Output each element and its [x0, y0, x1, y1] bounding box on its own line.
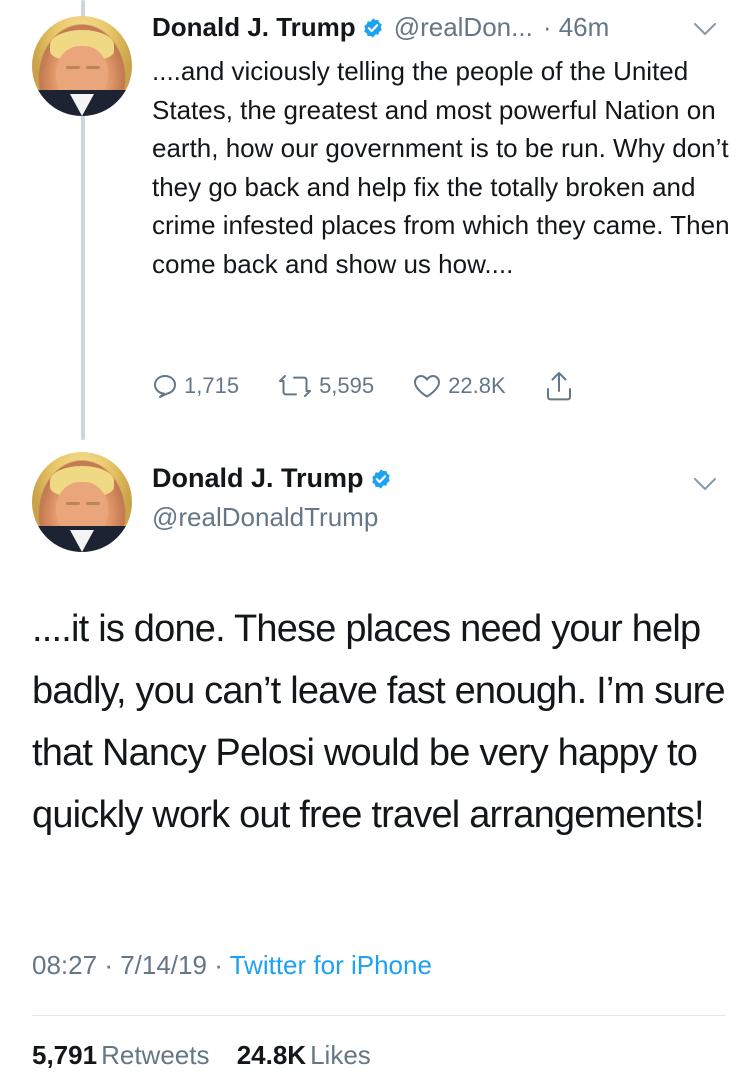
tweet1-header: Donald J. Trump @realDon... · 46m	[152, 12, 609, 43]
retweets-count[interactable]: 5,791	[32, 1040, 97, 1070]
tweet2-source-link[interactable]: Twitter for iPhone	[230, 950, 432, 980]
retweets-label[interactable]: Retweets	[101, 1040, 209, 1070]
tweet2-stats: 5,791 Retweets 24.8K Likes	[32, 1040, 391, 1071]
verified-badge-icon	[371, 468, 390, 489]
like-button[interactable]: 22.8K	[412, 373, 506, 399]
chevron-down-icon[interactable]	[692, 475, 718, 493]
retweet-count: 5,595	[319, 373, 375, 398]
like-count: 22.8K	[448, 373, 506, 398]
tweet2-author-name[interactable]: Donald J. Trump	[152, 463, 364, 494]
reply-button[interactable]: 1,715	[152, 373, 239, 399]
reply-count: 1,715	[184, 373, 240, 398]
retweet-icon	[279, 375, 312, 397]
tweet2-time: 08:27	[32, 950, 98, 980]
share-icon	[546, 372, 571, 401]
reply-icon	[154, 375, 176, 398]
divider	[32, 1015, 726, 1016]
tweet1-text: ....and viciously telling the people of …	[152, 56, 730, 279]
meta-separator: ·	[104, 950, 121, 980]
verified-badge-icon	[363, 17, 382, 38]
tweet1-handle[interactable]: @realDon...	[394, 12, 533, 43]
likes-label[interactable]: Likes	[310, 1040, 371, 1070]
meta-separator: ·	[214, 950, 230, 980]
tweet2-text: ....it is done. These places need your h…	[32, 608, 726, 836]
tweet1-action-bar: 1,715 5,595 22.8K	[152, 370, 618, 402]
tweet2-header: Donald J. Trump @realDonaldTrump	[152, 463, 392, 533]
tweet2-handle[interactable]: @realDonaldTrump	[152, 502, 392, 533]
share-button[interactable]	[544, 370, 580, 402]
retweet-button[interactable]: 5,595	[277, 373, 374, 399]
tweet1-avatar[interactable]	[32, 16, 132, 116]
chevron-down-icon[interactable]	[692, 20, 718, 38]
tweet2-avatar[interactable]	[32, 452, 132, 552]
tweet2-date: 7/14/19	[120, 950, 207, 980]
likes-count[interactable]: 24.8K	[237, 1040, 306, 1070]
tweet1-author-name[interactable]: Donald J. Trump	[152, 12, 356, 43]
like-icon	[414, 375, 441, 398]
tweet2-metadata: 08:27 · 7/14/19 · Twitter for iPhone	[32, 950, 432, 981]
tweet1-timestamp: · 46m	[542, 12, 610, 42]
